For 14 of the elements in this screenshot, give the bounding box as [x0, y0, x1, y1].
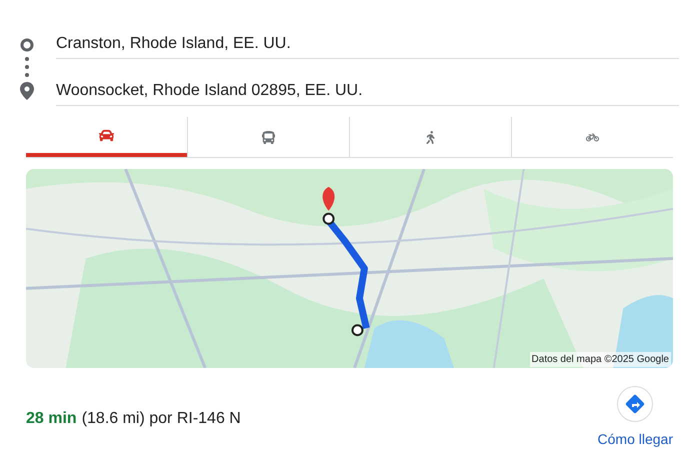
walking-icon — [424, 130, 437, 144]
directions-link[interactable]: Cómo llegar — [598, 429, 673, 450]
directions-button[interactable] — [617, 386, 653, 422]
duration: 28 min — [26, 409, 77, 429]
bus-icon — [262, 130, 275, 144]
bicycle-icon — [586, 130, 599, 144]
dots-icon — [25, 56, 29, 78]
map-attribution: Datos del mapa ©2025 Google — [530, 352, 671, 367]
origin-field[interactable]: Cranston, Rhode Island, EE. UU. — [56, 30, 679, 59]
route-details: (18.6 mi) por RI-146 N — [82, 409, 241, 429]
origin-circle-icon — [20, 38, 34, 52]
pin-icon — [20, 82, 34, 100]
car-icon — [99, 128, 114, 142]
destination-field[interactable]: Woonsocket, Rhode Island 02895, EE. UU. — [56, 77, 679, 106]
